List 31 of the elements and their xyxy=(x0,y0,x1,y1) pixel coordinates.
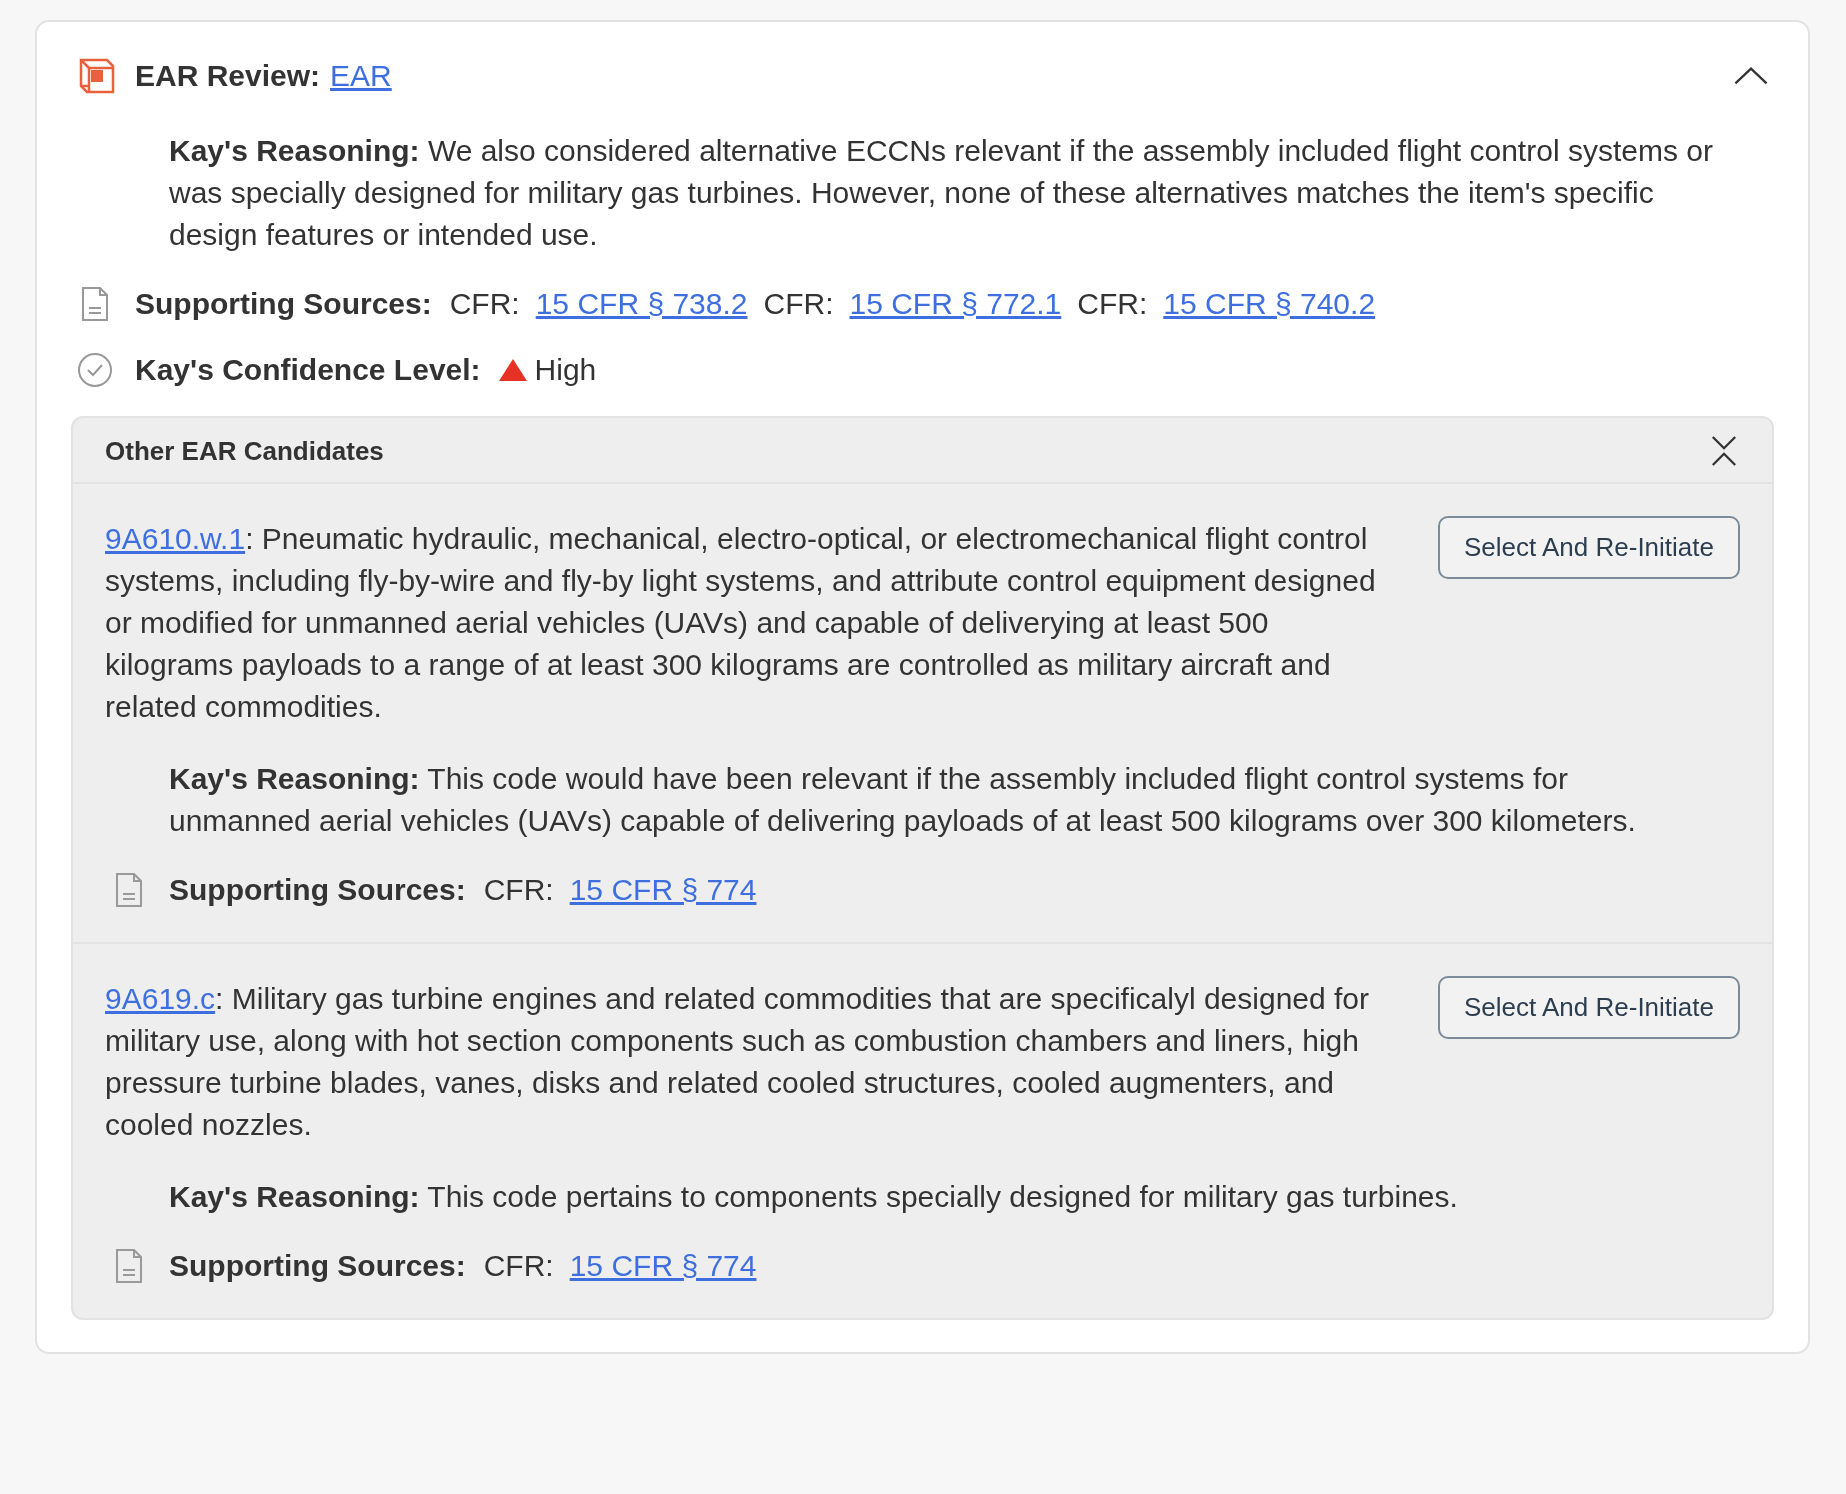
select-reinitiate-button[interactable]: Select And Re-Initiate xyxy=(1437,976,1740,1039)
source-prefix: CFR: xyxy=(483,1249,554,1283)
collapse-icon[interactable] xyxy=(1710,434,1738,468)
review-link[interactable]: EAR xyxy=(330,59,392,93)
review-title: EAR Review: xyxy=(135,59,321,93)
reasoning-text: Kay's Reasoning: This code would have been relevant if the assembly included flight control systems for unmanned aerial vehicles (UAVs) capable of delivering payloads of at least 500 kilograms over 300 kilometers. xyxy=(169,761,1637,839)
source-link[interactable]: 15 CFR § 774 xyxy=(569,873,757,907)
confidence-label: Kay's Confidence Level: xyxy=(135,353,481,387)
candidates-title: Other EAR Candidates xyxy=(105,435,384,467)
cube-logo-icon xyxy=(77,56,117,96)
source-link[interactable]: 15 CFR § 738.2 xyxy=(535,287,748,321)
sources-label: Supporting Sources: xyxy=(135,287,432,321)
source-prefix: CFR: xyxy=(763,287,834,321)
candidate-code-link[interactable]: 9A610.w.1 xyxy=(105,522,246,555)
source-prefix: CFR: xyxy=(483,873,554,907)
reasoning-text: Kay's Reasoning: This code pertains to components specially designed for military gas turbines. xyxy=(169,1179,1459,1215)
reasoning-text: Kay's Reasoning: We also considered alternative ECCNs relevant if the assembly included flight control systems or was specially designed for military gas turbines. However, none of these alternatives matches the item's specific design features or intended use. xyxy=(169,133,1714,253)
select-reinitiate-button[interactable]: Select And Re-Initiate xyxy=(1437,516,1740,579)
source-link[interactable]: 15 CFR § 740.2 xyxy=(1163,287,1376,321)
collapse-chevron-icon[interactable] xyxy=(1732,65,1770,87)
confidence-value: High xyxy=(534,353,597,387)
source-link[interactable]: 15 CFR § 772.1 xyxy=(849,287,1062,321)
candidate-description: 9A619.c: Military gas turbine engines and related commodities that are specificalyl designed for military use, along with hot section components such as combustion chambers and liners, high pressure turbine blades, vanes, disks and related cooled structures, cooled augmenters, and cooled nozzles. xyxy=(105,981,1371,1143)
source-prefix: CFR: xyxy=(1077,287,1148,321)
candidate-description: 9A610.w.1: Pneumatic hydraulic, mechanical, electro-optical, or electromechanical flight control systems, including fly-by-wire and fly-by light systems, and attribute control equipment designed or modified for unmanned aerial vehicles (UAVs) and capable of deliverying at least 500 kilograms payloads to a range of at least 300 kilograms are controlled as military aircraft and related commodities. xyxy=(105,521,1377,725)
sources-label: Supporting Sources: xyxy=(169,1249,466,1283)
candidate-code-link[interactable]: 9A619.c xyxy=(105,982,216,1015)
check-circle-icon xyxy=(77,352,113,388)
sources-label: Supporting Sources: xyxy=(169,873,466,907)
source-link[interactable]: 15 CFR § 774 xyxy=(569,1249,757,1283)
source-prefix: CFR: xyxy=(449,287,520,321)
